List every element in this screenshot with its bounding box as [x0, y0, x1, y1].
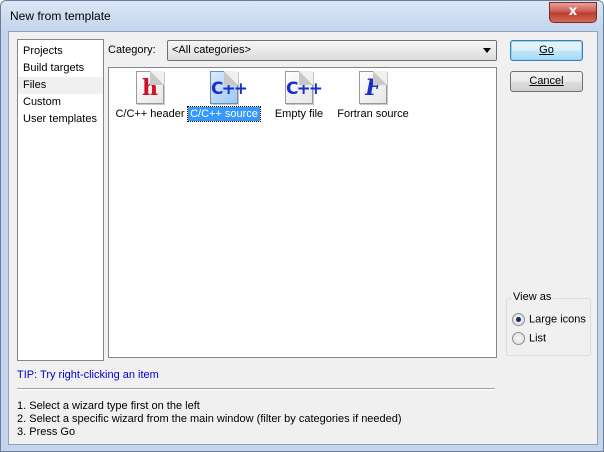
fortran-source-file-icon: F	[357, 71, 389, 104]
view-list-option[interactable]: List	[512, 332, 546, 346]
wizard-type-list: Projects Build targets Files Custom User…	[17, 39, 104, 361]
wizard-type-files[interactable]: Files	[18, 77, 103, 94]
template-item-empty-file[interactable]: C++ Empty file	[269, 71, 329, 121]
window-title: New from template	[10, 9, 111, 23]
tip-text: TIP: Try right-clicking an item	[17, 369, 159, 381]
close-button[interactable]: x	[549, 2, 597, 23]
close-icon: x	[568, 4, 578, 19]
chevron-down-icon	[483, 48, 491, 53]
empty-file-icon: C++	[283, 71, 323, 104]
template-label: Empty file	[274, 108, 324, 120]
category-dropdown[interactable]: <All categories>	[167, 40, 497, 61]
template-label: Fortran source	[337, 108, 409, 120]
category-selected-value: <All categories>	[172, 44, 251, 56]
instruction-line: 1. Select a wizard type first on the lef…	[17, 400, 200, 412]
go-button-label: Go	[539, 44, 554, 56]
list-radio[interactable]	[512, 332, 525, 345]
cancel-button-label: Cancel	[529, 75, 564, 87]
wizard-type-custom[interactable]: Custom	[18, 94, 103, 111]
cancel-button[interactable]: Cancel	[510, 71, 583, 92]
category-label: Category:	[108, 44, 156, 56]
wizard-type-build-targets[interactable]: Build targets	[18, 60, 103, 77]
wizard-type-user-templates[interactable]: User templates	[18, 111, 103, 128]
template-item-cpp-header[interactable]: h C/C++ header	[112, 71, 188, 121]
list-label: List	[529, 332, 547, 345]
title-bar[interactable]: New from template x	[1, 1, 603, 31]
instruction-line: 3. Press Go	[17, 426, 76, 438]
wizard-type-projects[interactable]: Projects	[18, 43, 103, 60]
cpp-source-file-icon: C++	[208, 71, 248, 104]
template-item-fortran-source[interactable]: F Fortran source	[335, 71, 411, 121]
dialog-window: New from template x Projects Build targe…	[0, 0, 604, 452]
template-label: C/C++ source	[187, 106, 261, 122]
large-icons-label: Large icons	[529, 313, 586, 326]
go-button[interactable]: Go	[510, 40, 583, 61]
template-item-cpp-source[interactable]: C++ C/C++ source	[186, 71, 262, 122]
view-as-group: View as Large icons List	[506, 291, 591, 356]
cpp-header-file-icon: h	[134, 71, 166, 104]
divider	[17, 388, 495, 390]
dialog-client-area: Projects Build targets Files Custom User…	[8, 31, 598, 445]
template-list-panel: h C/C++ header C++ C/C++ source C++ Empt…	[108, 67, 497, 358]
template-label: C/C++ header	[115, 108, 185, 120]
instruction-line: 2. Select a specific wizard from the mai…	[17, 413, 402, 425]
view-as-legend: View as	[511, 291, 554, 303]
large-icons-radio[interactable]	[512, 313, 525, 326]
instructions: 1. Select a wizard type first on the lef…	[17, 400, 402, 439]
view-large-icons-option[interactable]: Large icons	[512, 313, 586, 327]
